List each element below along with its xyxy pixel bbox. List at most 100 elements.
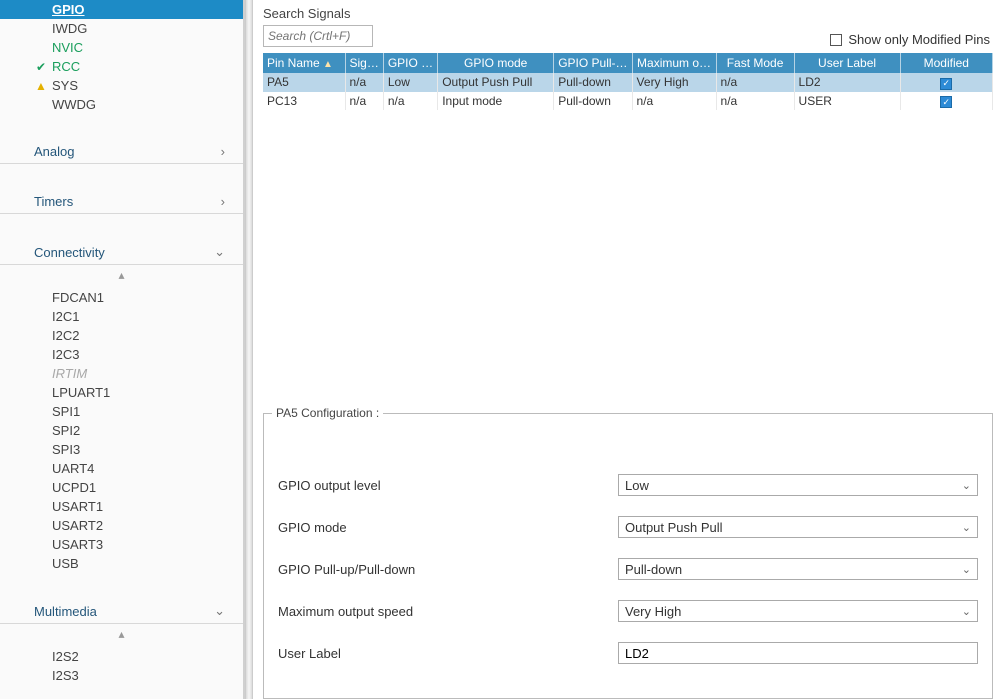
col-fast[interactable]: Fast Mode [716,53,794,73]
conn-spi3[interactable]: SPI3 [0,440,243,459]
col-signal[interactable]: Sig… [345,53,383,73]
conn-ucpd1[interactable]: UCPD1 [0,478,243,497]
tree-item-iwdg[interactable]: IWDG [0,19,243,38]
user-label-input[interactable] [618,642,978,664]
search-label: Search Signals [263,6,373,21]
conn-i2c1[interactable]: I2C1 [0,307,243,326]
show-modified-toggle[interactable]: Show only Modified Pins [830,32,993,47]
tree-label: USART1 [52,499,103,514]
cfg-label: GPIO output level [278,478,618,493]
cell-mode: Input mode [438,92,554,111]
show-modified-label: Show only Modified Pins [848,32,990,47]
checkbox-checked-icon[interactable]: ✓ [940,96,952,108]
cell-modified: ✓ [900,73,992,92]
col-user-label[interactable]: User Label [794,53,900,73]
cell-gpio-out: n/a [383,92,437,111]
section-label: Analog [34,144,74,159]
tree-label: USART2 [52,518,103,533]
cfg-speed: Maximum output speed Very High⌄ [278,600,978,622]
col-gpio-output[interactable]: GPIO … [383,53,437,73]
conn-fdcan1[interactable]: FDCAN1 [0,288,243,307]
tree-label: I2C2 [52,328,79,343]
cell-max: Very High [632,73,716,92]
cell-pin: PC13 [263,92,345,111]
tree-label: USART3 [52,537,103,552]
cfg-label: GPIO mode [278,520,618,535]
search-input[interactable] [263,25,373,47]
checkbox-checked-icon[interactable]: ✓ [940,78,952,90]
chevron-down-icon: ⌄ [214,603,225,619]
speed-select[interactable]: Very High⌄ [618,600,978,622]
tree-label: LPUART1 [52,385,110,400]
cell-label: LD2 [794,73,900,92]
col-pull[interactable]: GPIO Pull-… [554,53,632,73]
main-panel: Search Signals Show only Modified Pins P… [253,0,999,699]
chevron-down-icon: ⌄ [962,605,971,618]
conn-irtim[interactable]: IRTIM [0,364,243,383]
tree-item-rcc[interactable]: ✔RCC [0,57,243,76]
table-row[interactable]: PC13 n/a n/a Input mode Pull-down n/a n/… [263,92,993,111]
mm-i2s2[interactable]: I2S2 [0,647,243,666]
conn-i2c2[interactable]: I2C2 [0,326,243,345]
splitter[interactable] [245,0,253,699]
chevron-right-icon: › [221,194,225,209]
tree-label: I2S3 [52,668,79,683]
cfg-label: GPIO Pull-up/Pull-down [278,562,618,577]
tree-label: UCPD1 [52,480,96,495]
cell-pull: Pull-down [554,73,632,92]
cfg-mode: GPIO mode Output Push Pull⌄ [278,516,978,538]
checkbox-icon [830,34,842,46]
cell-pull: Pull-down [554,92,632,111]
tree-label: IWDG [52,21,87,36]
conn-lpuart1[interactable]: LPUART1 [0,383,243,402]
cell-max: n/a [632,92,716,111]
scroll-up-icon[interactable]: ▴ [0,624,243,647]
scroll-up-icon[interactable]: ▴ [0,265,243,288]
section-label: Connectivity [34,245,105,260]
cell-label: USER [794,92,900,111]
section-multimedia[interactable]: Multimedia ⌄ [0,595,243,624]
conn-usart3[interactable]: USART3 [0,535,243,554]
tree-item-nvic[interactable]: NVIC [0,38,243,57]
tree-item-sys[interactable]: ▲SYS [0,76,243,95]
section-label: Timers [34,194,73,209]
conn-spi2[interactable]: SPI2 [0,421,243,440]
col-gpio-mode[interactable]: GPIO mode [438,53,554,73]
section-connectivity[interactable]: Connectivity⌄ [0,236,243,265]
sort-asc-icon: ▲ [323,59,333,70]
conn-i2c3[interactable]: I2C3 [0,345,243,364]
col-pin[interactable]: Pin Name ▲ [263,53,345,73]
tree-item-gpio[interactable]: GPIO [0,0,243,19]
conn-spi1[interactable]: SPI1 [0,402,243,421]
table-row[interactable]: PA5 n/a Low Output Push Pull Pull-down V… [263,73,993,92]
pull-select[interactable]: Pull-down⌄ [618,558,978,580]
chevron-down-icon: ⌄ [962,563,971,576]
col-modified[interactable]: Modified [900,53,992,73]
conn-usart2[interactable]: USART2 [0,516,243,535]
tree-label: I2C1 [52,309,79,324]
cfg-pull: GPIO Pull-up/Pull-down Pull-down⌄ [278,558,978,580]
col-max[interactable]: Maximum o… [632,53,716,73]
tree-label: NVIC [52,40,83,55]
tree-label: SPI3 [52,442,80,457]
conn-usb[interactable]: USB [0,554,243,573]
conn-usart1[interactable]: USART1 [0,497,243,516]
pin-config-panel: PA5 Configuration : GPIO output level Lo… [263,413,993,699]
conn-uart4[interactable]: UART4 [0,459,243,478]
section-analog[interactable]: Analog› [0,136,243,164]
tree-item-wwdg[interactable]: WWDG [0,95,243,114]
tree-label: SYS [52,78,78,93]
sidebar: GPIO IWDG NVIC ✔RCC ▲SYS WWDG Analog› Ti… [0,0,245,699]
chevron-down-icon: ⌄ [962,479,971,492]
table-header-row: Pin Name ▲ Sig… GPIO … GPIO mode GPIO Pu… [263,53,993,73]
section-timers[interactable]: Timers › [0,186,243,214]
config-title: PA5 Configuration : [272,406,383,420]
tree-label: IRTIM [52,366,87,381]
tree-label: WWDG [52,97,96,112]
output-level-select[interactable]: Low⌄ [618,474,978,496]
mm-i2s3[interactable]: I2S3 [0,666,243,685]
tree-label: UART4 [52,461,94,476]
section-label: Multimedia [34,604,97,619]
tree-label: USB [52,556,79,571]
mode-select[interactable]: Output Push Pull⌄ [618,516,978,538]
